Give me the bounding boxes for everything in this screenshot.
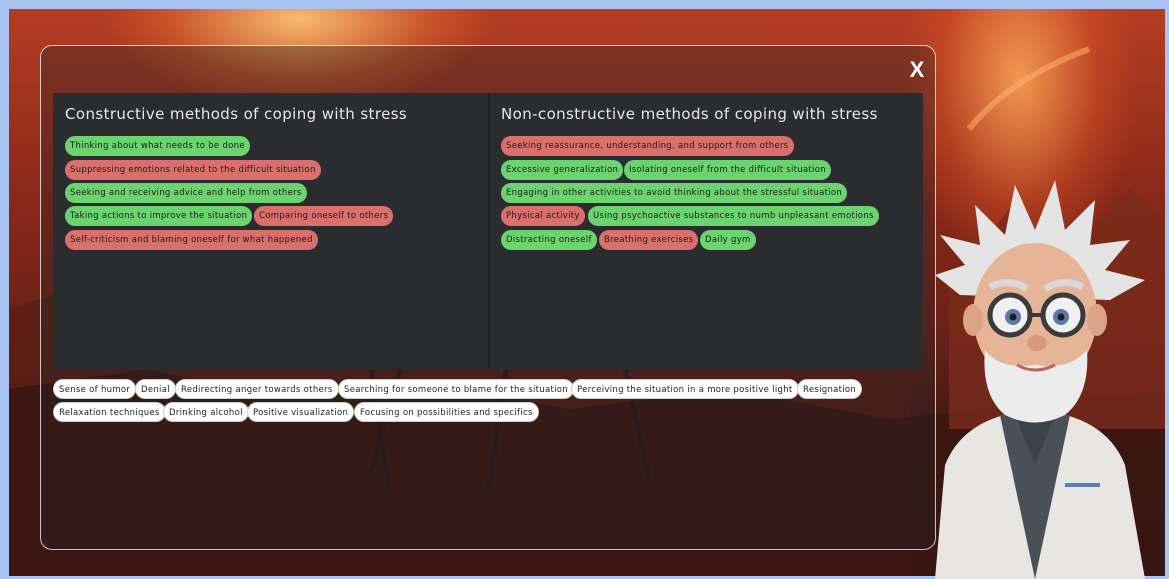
answer-chip[interactable]: Taking actions to improve the situation <box>65 206 253 226</box>
answer-chip[interactable]: Seeking reassurance, understanding, and … <box>501 136 794 156</box>
column-divider <box>488 93 490 369</box>
pool-chip[interactable]: Focusing on possibilities and specifics <box>354 402 539 422</box>
answer-chip[interactable]: Seeking and receiving advice and help fr… <box>65 183 307 203</box>
answer-chip[interactable]: Excessive generalization <box>501 160 624 180</box>
pool-chip[interactable]: Drinking alcohol <box>163 402 249 422</box>
pool-chip[interactable]: Denial <box>135 379 176 399</box>
answer-chip[interactable]: Isolating oneself from the difficult sit… <box>624 160 831 180</box>
answer-chip[interactable]: Self-criticism and blaming oneself for w… <box>65 230 318 250</box>
answer-chip[interactable]: Distracting oneself <box>501 230 597 250</box>
pool-chip[interactable]: Searching for someone to blame for the s… <box>338 379 574 399</box>
answer-chip[interactable]: Breathing exercises <box>599 230 699 250</box>
constructive-column-title: Constructive methods of coping with stre… <box>65 105 408 123</box>
answer-chip[interactable]: Daily gym <box>700 230 756 250</box>
pool-chip[interactable]: Relaxation techniques <box>53 402 166 422</box>
pool-chip[interactable]: Redirecting anger towards others <box>175 379 339 399</box>
pool-chip[interactable]: Perceiving the situation in a more posit… <box>571 379 799 399</box>
professor-character <box>935 180 1145 579</box>
answer-chip[interactable]: Using psychoactive substances to numb un… <box>588 206 879 226</box>
answer-chip[interactable]: Comparing oneself to others <box>254 206 394 226</box>
pool-chip[interactable]: Resignation <box>797 379 863 399</box>
answer-chip[interactable]: Thinking about what needs to be done <box>65 136 250 156</box>
pool-chip[interactable]: Sense of humor <box>53 379 137 399</box>
answer-chip[interactable]: Engaging in other activities to avoid th… <box>501 183 848 203</box>
answer-chip[interactable]: Physical activity <box>501 206 585 226</box>
close-button[interactable]: X <box>904 55 930 85</box>
nonconstructive-column-title: Non-constructive methods of coping with … <box>501 105 878 123</box>
answer-chip[interactable]: Suppressing emotions related to the diff… <box>65 160 321 180</box>
pool-chip[interactable]: Positive visualization <box>247 402 355 422</box>
